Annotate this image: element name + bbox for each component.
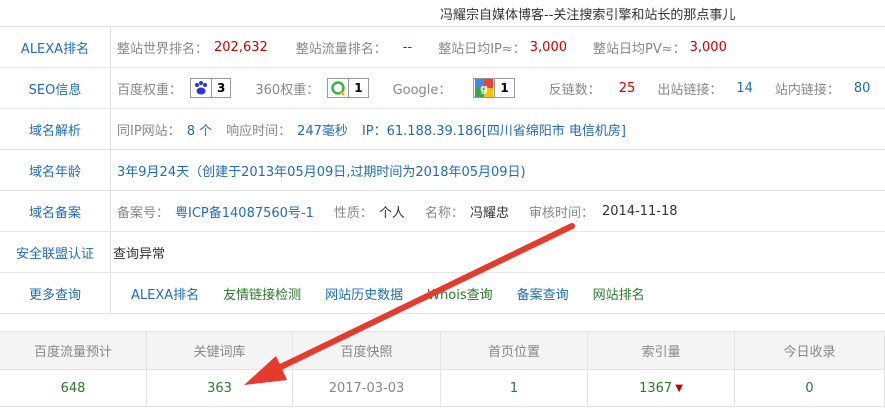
outlinks-value[interactable]: 14 bbox=[736, 81, 753, 96]
icp-name-value: 冯耀忠 bbox=[469, 205, 509, 221]
baidu-paw-icon bbox=[191, 79, 211, 97]
s360-weight-value: 1 bbox=[348, 79, 367, 97]
row-head-dns: 域名解析 bbox=[0, 109, 111, 149]
page: 冯耀宗自媒体博客--关注搜索引擎和站长的那点事儿 ALEXA排名 整站世界排名：… bbox=[0, 0, 885, 417]
icp-number-label: 备案号： bbox=[117, 205, 170, 221]
icp-name-label: 名称： bbox=[424, 205, 464, 221]
link-whois[interactable]: Whois查询 bbox=[427, 284, 492, 303]
icp-nature-value: 个人 bbox=[378, 205, 405, 221]
security-status: 查询异常 bbox=[113, 246, 166, 262]
traffic-rank-label: 整站流量排名： bbox=[295, 41, 387, 57]
stats-header-baidu-traffic: 百度流量预计 bbox=[0, 332, 147, 369]
daily-ip-value: 3,000 bbox=[529, 39, 567, 55]
icp-number-value[interactable]: 粤ICP备14087560号-1 bbox=[175, 202, 314, 221]
site-title: 冯耀宗自媒体博客--关注搜索引擎和站长的那点事儿 bbox=[440, 8, 736, 23]
stats-index-value[interactable]: 1367 bbox=[639, 381, 672, 396]
s360-weight-label: 360权重： bbox=[255, 82, 320, 98]
stats-keywords-value[interactable]: 363 bbox=[207, 381, 232, 396]
stats-header-keywords: 关键词库 bbox=[147, 332, 293, 369]
stats-header-row: 百度流量预计 关键词库 百度快照 首页位置 索引量 今日收录 bbox=[0, 331, 885, 369]
backlinks-label: 反链数： bbox=[548, 82, 601, 98]
stats-table: 百度流量预计 关键词库 百度快照 首页位置 索引量 今日收录 648 363 2… bbox=[0, 331, 885, 407]
row-head-domain-age: 域名年龄 bbox=[0, 150, 111, 190]
stats-index[interactable]: 1367 ▼ bbox=[588, 370, 735, 406]
stats-value-row: 648 363 2017-03-03 1 1367 ▼ 0 bbox=[0, 369, 885, 407]
stats-keywords[interactable]: 363 bbox=[147, 370, 293, 406]
daily-pv-label: 整站日均PV≈： bbox=[592, 41, 686, 57]
google-pr-label: Google： bbox=[392, 82, 452, 98]
response-time-value: 247毫秒 bbox=[297, 123, 348, 139]
baidu-weight-value: 3 bbox=[211, 79, 230, 97]
info-table: ALEXA排名 整站世界排名： 202,632 整站流量排名： -- 整站日均I… bbox=[0, 26, 885, 314]
baidu-weight-label: 百度权重： bbox=[117, 82, 183, 98]
row-head-more-queries: 更多查询 bbox=[0, 273, 111, 313]
stats-header-index: 索引量 bbox=[588, 332, 735, 369]
row-alexa: ALEXA排名 整站世界排名： 202,632 整站流量排名： -- 整站日均I… bbox=[0, 27, 885, 68]
link-icp-query[interactable]: 备案查询 bbox=[517, 284, 569, 303]
row-more-queries: 更多查询 ALEXA排名 友情链接检测 网站历史数据 Whois查询 备案查询 … bbox=[0, 273, 885, 314]
icp-audit-value: 2014-11-18 bbox=[601, 203, 678, 219]
traffic-rank-value: -- bbox=[402, 39, 413, 55]
same-ip-value[interactable]: 8 个 bbox=[187, 120, 212, 139]
outlinks-label: 出站链接： bbox=[657, 82, 723, 98]
baidu-weight-badge[interactable]: 3 bbox=[190, 78, 232, 98]
svg-text:g: g bbox=[480, 82, 488, 95]
same-ip-label: 同IP网站： bbox=[117, 123, 181, 139]
link-friend-links-check[interactable]: 友情链接检测 bbox=[223, 284, 301, 303]
inlinks-label: 站内链接： bbox=[774, 82, 840, 98]
row-seo: SEO信息 百度权重： 3 360权重： 1 Google： g 1 反链数： … bbox=[0, 68, 885, 109]
row-icp: 域名备案 备案号： 粤ICP备14087560号-1 性质： 个人 名称： 冯耀… bbox=[0, 191, 885, 232]
row-head-security: 安全联盟认证 bbox=[0, 232, 111, 272]
backlinks-value[interactable]: 25 bbox=[619, 81, 636, 96]
link-alexa-rank[interactable]: ALEXA排名 bbox=[131, 284, 199, 303]
world-rank-label: 整站世界排名： bbox=[117, 41, 209, 57]
icp-audit-label: 审核时间： bbox=[528, 205, 594, 221]
ip-location[interactable]: IP：61.188.39.186[四川省绵阳市 电信机房] bbox=[362, 120, 626, 139]
row-head-alexa: ALEXA排名 bbox=[0, 27, 111, 67]
icp-nature-label: 性质： bbox=[333, 205, 373, 221]
row-domain-age: 域名年龄 3年9月24天（创建于2013年05月09日,过期时间为2018年05… bbox=[0, 150, 885, 191]
row-dns: 域名解析 同IP网站： 8 个 响应时间： 247毫秒 IP：61.188.39… bbox=[0, 109, 885, 150]
daily-ip-label: 整站日均IP≈： bbox=[438, 41, 526, 57]
google-pr-badge[interactable]: g 1 bbox=[473, 78, 515, 98]
response-time-label: 响应时间： bbox=[226, 123, 292, 139]
row-head-seo: SEO信息 bbox=[0, 68, 111, 108]
stats-header-homepage-position: 首页位置 bbox=[441, 332, 588, 369]
down-arrow-icon: ▼ bbox=[675, 382, 683, 394]
google-pr-value: 1 bbox=[494, 79, 513, 97]
google-plus-icon: g bbox=[474, 79, 494, 97]
world-rank-value: 202,632 bbox=[214, 39, 268, 55]
inlinks-value[interactable]: 80 bbox=[854, 81, 871, 96]
daily-pv-value: 3,000 bbox=[689, 39, 727, 55]
s360-weight-badge[interactable]: 1 bbox=[327, 78, 369, 98]
s360-logo-icon bbox=[328, 79, 348, 97]
link-site-history[interactable]: 网站历史数据 bbox=[325, 284, 403, 303]
row-security: 安全联盟认证 查询异常 bbox=[0, 232, 885, 273]
domain-age-text: 3年9月24天（创建于2013年05月09日,过期时间为2018年05月09日) bbox=[117, 164, 526, 180]
stats-header-snapshot: 百度快照 bbox=[293, 332, 441, 369]
link-site-rank[interactable]: 网站排名 bbox=[593, 284, 645, 303]
stats-homepage-position: 1 bbox=[441, 370, 588, 406]
stats-snapshot: 2017-03-03 bbox=[293, 370, 441, 406]
row-head-icp: 域名备案 bbox=[0, 191, 111, 231]
stats-today-indexed: 0 bbox=[735, 370, 885, 406]
stats-baidu-traffic: 648 bbox=[0, 370, 147, 406]
stats-header-today-indexed: 今日收录 bbox=[735, 332, 885, 369]
